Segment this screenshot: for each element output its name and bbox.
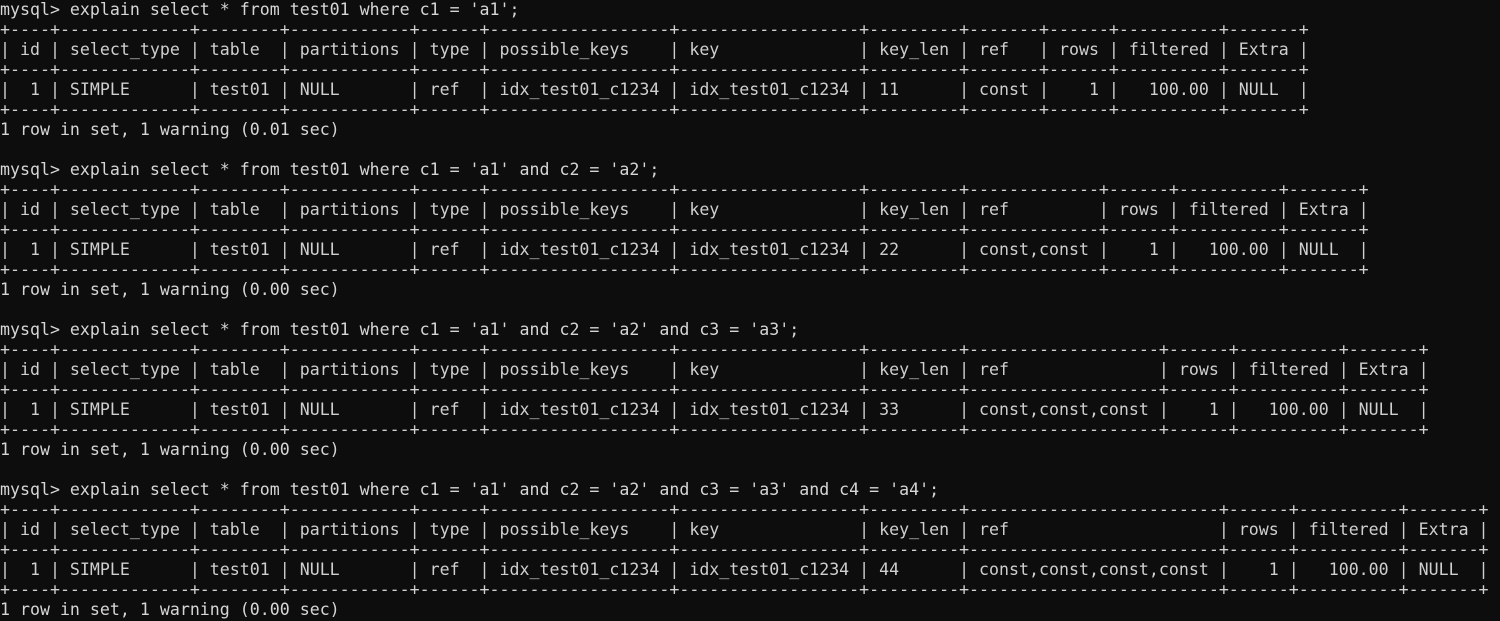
table-2-bottom-rule: +----+-------------+--------+-----------… [0, 260, 1369, 279]
table-4-bottom-rule: +----+-------------+--------+-----------… [0, 580, 1489, 599]
table-2-header-row: | id | select_type | table | partitions … [0, 200, 1369, 219]
table-1-bottom-rule: +----+-------------+--------+-----------… [0, 100, 1309, 119]
table-4-top-rule: +----+-------------+--------+-----------… [0, 500, 1489, 519]
table-4-header-row: | id | select_type | table | partitions … [0, 520, 1489, 539]
table-3-data-row: | 1 | SIMPLE | test01 | NULL | ref | idx… [0, 400, 1429, 419]
table-3-header-rule: +----+-------------+--------+-----------… [0, 380, 1429, 399]
table-1-top-rule: +----+-------------+--------+-----------… [0, 20, 1309, 39]
status-line-4: 1 row in set, 1 warning (0.00 sec) [0, 600, 340, 619]
terminal-output[interactable]: mysql> explain select * from test01 wher… [0, 0, 1500, 621]
table-2-data-row: | 1 | SIMPLE | test01 | NULL | ref | idx… [0, 240, 1369, 259]
table-2-top-rule: +----+-------------+--------+-----------… [0, 180, 1369, 199]
command-line-4: mysql> explain select * from test01 wher… [0, 480, 940, 499]
table-1-header-row: | id | select_type | table | partitions … [0, 40, 1309, 59]
command-line-3: mysql> explain select * from test01 wher… [0, 320, 800, 339]
table-1-header-rule: +----+-------------+--------+-----------… [0, 60, 1309, 79]
table-4-data-row: | 1 | SIMPLE | test01 | NULL | ref | idx… [0, 560, 1489, 579]
command-line-2: mysql> explain select * from test01 wher… [0, 160, 660, 179]
table-2-header-rule: +----+-------------+--------+-----------… [0, 220, 1369, 239]
command-line-1: mysql> explain select * from test01 wher… [0, 0, 520, 19]
status-line-2: 1 row in set, 1 warning (0.00 sec) [0, 280, 340, 299]
table-4-header-rule: +----+-------------+--------+-----------… [0, 540, 1489, 559]
table-3-top-rule: +----+-------------+--------+-----------… [0, 340, 1429, 359]
table-3-bottom-rule: +----+-------------+--------+-----------… [0, 420, 1429, 439]
table-1-data-row: | 1 | SIMPLE | test01 | NULL | ref | idx… [0, 80, 1309, 99]
status-line-3: 1 row in set, 1 warning (0.00 sec) [0, 440, 340, 459]
status-line-1: 1 row in set, 1 warning (0.01 sec) [0, 120, 340, 139]
table-3-header-row: | id | select_type | table | partitions … [0, 360, 1429, 379]
